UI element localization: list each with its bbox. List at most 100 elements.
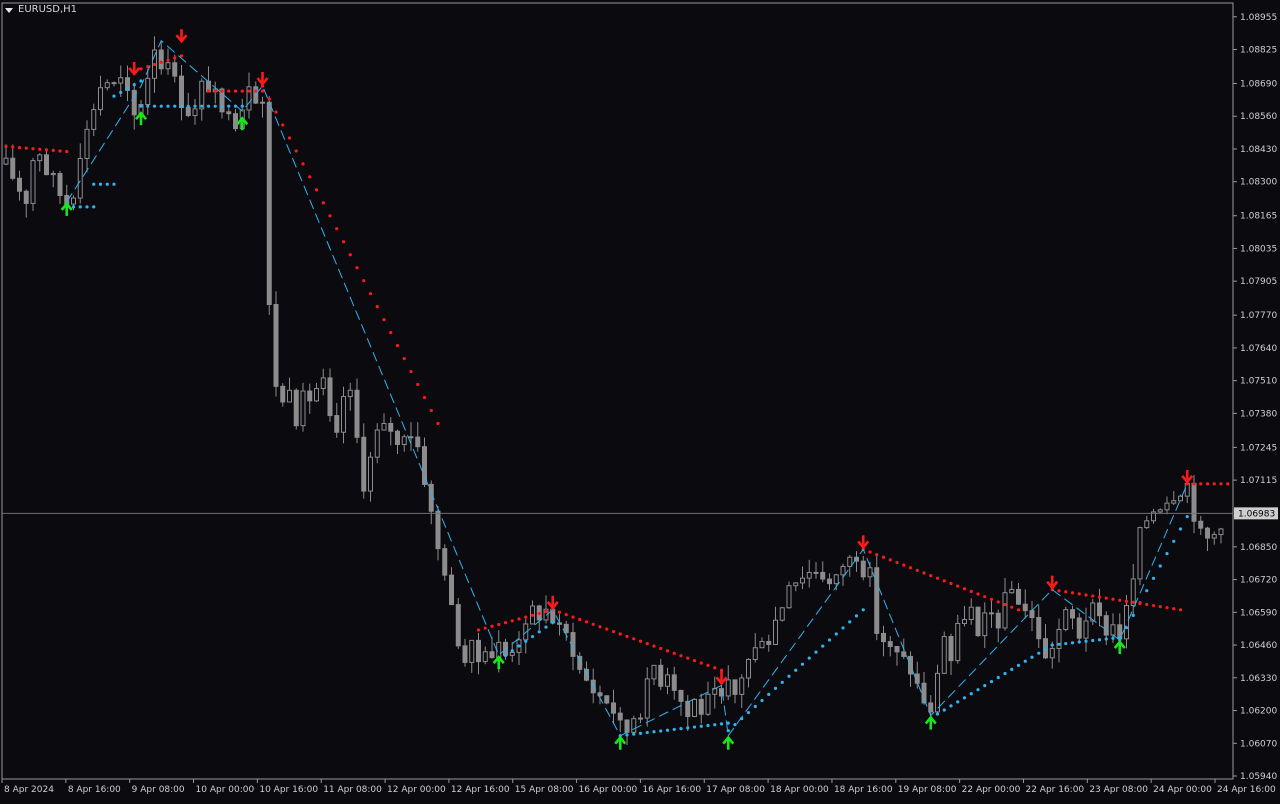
candle-body xyxy=(1110,624,1116,636)
time-tick-label: 10 Apr 00:00 xyxy=(196,785,255,795)
resistance-dot xyxy=(1070,591,1075,595)
support-dot xyxy=(537,630,541,634)
candle-body xyxy=(941,636,947,674)
support-dot xyxy=(686,726,690,730)
support-dot xyxy=(672,727,676,732)
support-dot xyxy=(551,620,555,624)
support-dot xyxy=(200,104,204,108)
sell-arrow-icon xyxy=(1046,575,1059,590)
price-tick-label: 1.07510 xyxy=(1240,377,1277,387)
resistance-dot xyxy=(247,89,251,93)
symbol-dropdown-icon[interactable] xyxy=(5,8,13,13)
resistance-dot xyxy=(1064,590,1068,594)
support-dot xyxy=(1158,564,1162,568)
candle-body xyxy=(37,154,43,162)
resistance-dot xyxy=(1158,605,1162,609)
buy-arrow-icon xyxy=(1113,639,1126,655)
candle-body xyxy=(1191,482,1197,522)
candle-body xyxy=(435,510,441,550)
resistance-dot xyxy=(1172,607,1176,611)
price-tick-label: 1.07380 xyxy=(1240,409,1277,419)
resistance-dot xyxy=(989,597,994,601)
resistance-dot xyxy=(706,663,710,668)
support-dot xyxy=(1030,655,1034,659)
support-dot xyxy=(1077,640,1081,644)
candle-body xyxy=(3,157,9,165)
resistance-dot xyxy=(497,622,501,627)
candle-body xyxy=(354,389,360,438)
candle-body xyxy=(179,75,184,109)
candle-body xyxy=(705,693,711,715)
buy-arrow-icon xyxy=(135,111,147,126)
resistance-dot xyxy=(44,148,49,152)
support-dot xyxy=(949,704,953,708)
candle-body xyxy=(469,639,475,663)
resistance-dot xyxy=(409,369,413,374)
resistance-dot xyxy=(1192,482,1196,486)
candle-body xyxy=(813,571,819,574)
candle-body xyxy=(287,389,292,403)
candle-body xyxy=(1103,615,1109,636)
time-axis: 8 Apr 2024 8 Apr 16:00 9 Apr 08:00 10 Apr 0… xyxy=(1,779,1276,795)
resistance-dot xyxy=(1003,602,1007,607)
candle-body xyxy=(1029,610,1035,619)
candle-body xyxy=(833,574,839,585)
support-dot xyxy=(989,679,994,684)
sell-arrow-icon xyxy=(256,72,269,87)
candle-body xyxy=(894,646,900,653)
support-dot xyxy=(1016,663,1021,667)
price-chart[interactable]: 1.08955 1.08825 1.08690 1.08560 1.08430 1.083… xyxy=(0,0,1280,800)
resistance-dot xyxy=(483,626,487,630)
resistance-dot xyxy=(11,145,15,149)
candle-body xyxy=(665,674,670,687)
support-dot xyxy=(71,205,76,209)
time-tick-label: 11 Apr 08:00 xyxy=(323,785,382,795)
support-dot xyxy=(119,90,123,94)
support-dot xyxy=(652,730,656,734)
support-dot xyxy=(1023,659,1027,663)
candle-body xyxy=(347,389,353,398)
price-tick-label: 1.06720 xyxy=(1240,576,1277,586)
support-dot xyxy=(659,729,663,733)
resistance-dot xyxy=(524,615,528,619)
resistance-dot xyxy=(287,136,292,140)
candle-body xyxy=(77,157,83,199)
support-dot xyxy=(1064,641,1068,646)
resistance-dot xyxy=(902,563,906,567)
candle-body xyxy=(10,157,16,179)
candle-body xyxy=(341,396,346,433)
candle-body xyxy=(881,632,886,643)
support-dot xyxy=(821,644,825,648)
support-dot xyxy=(213,104,217,108)
support-dot xyxy=(706,723,710,728)
candle-body xyxy=(415,436,421,448)
buy-arrow-icon xyxy=(924,715,937,730)
candle-body xyxy=(827,578,832,585)
resistance-dot xyxy=(341,240,346,244)
chart-window[interactable]: 1.08955 1.08825 1.08690 1.08560 1.08430 1.083… xyxy=(0,0,1280,800)
candle-body xyxy=(111,82,117,85)
support-dot xyxy=(227,104,231,108)
resistance-dot xyxy=(1010,605,1014,609)
candle-body xyxy=(1049,647,1055,659)
resistance-dot xyxy=(159,60,163,64)
resistance-dot xyxy=(1131,600,1135,604)
resistance-dot xyxy=(598,625,602,629)
support-dot xyxy=(632,732,636,736)
support-dot xyxy=(159,104,163,108)
buy-arrow-icon xyxy=(236,116,249,131)
candle-body xyxy=(314,388,319,402)
resistance-dot xyxy=(881,555,886,559)
resistance-dot xyxy=(220,89,224,93)
candle-body xyxy=(1157,509,1163,513)
support-dot xyxy=(1010,667,1014,671)
resistance-dot xyxy=(65,149,69,154)
support-dot xyxy=(1172,539,1176,543)
candle-body xyxy=(840,565,846,576)
price-tick-label: 1.07245 xyxy=(1240,443,1277,453)
candle-body xyxy=(671,674,677,691)
support-dot xyxy=(1043,647,1048,651)
candle-body xyxy=(982,612,988,637)
support-dot xyxy=(773,686,778,690)
candle-body xyxy=(226,111,232,115)
